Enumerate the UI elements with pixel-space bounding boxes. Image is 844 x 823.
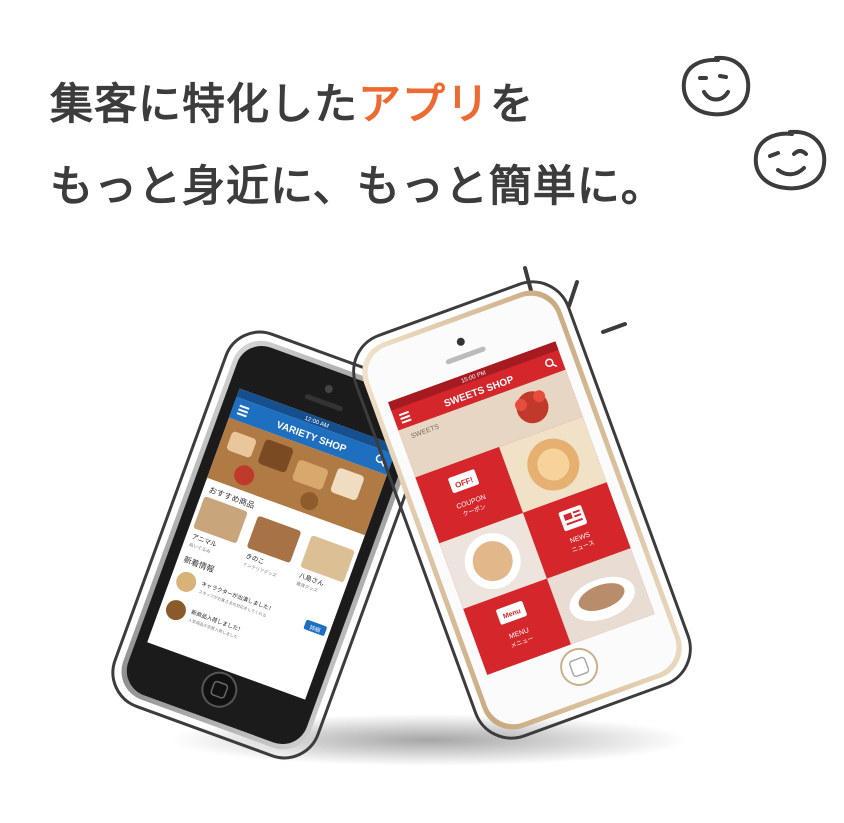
phone-right: 15:00 PM SWEETS SHOP SWEETS OFF! COUPON … (352, 280, 692, 740)
phones-illustration: 12:00 AM VARIETY SHOP おすすめ商品 アニマル ぬいぐるみ … (111, 280, 692, 766)
phone-right-screen: 15:00 PM SWEETS SHOP SWEETS OFF! COUPON … (388, 341, 655, 675)
phone-left-screen: 12:00 AM VARIETY SHOP おすすめ商品 アニマル ぬいぐるみ … (147, 388, 398, 700)
